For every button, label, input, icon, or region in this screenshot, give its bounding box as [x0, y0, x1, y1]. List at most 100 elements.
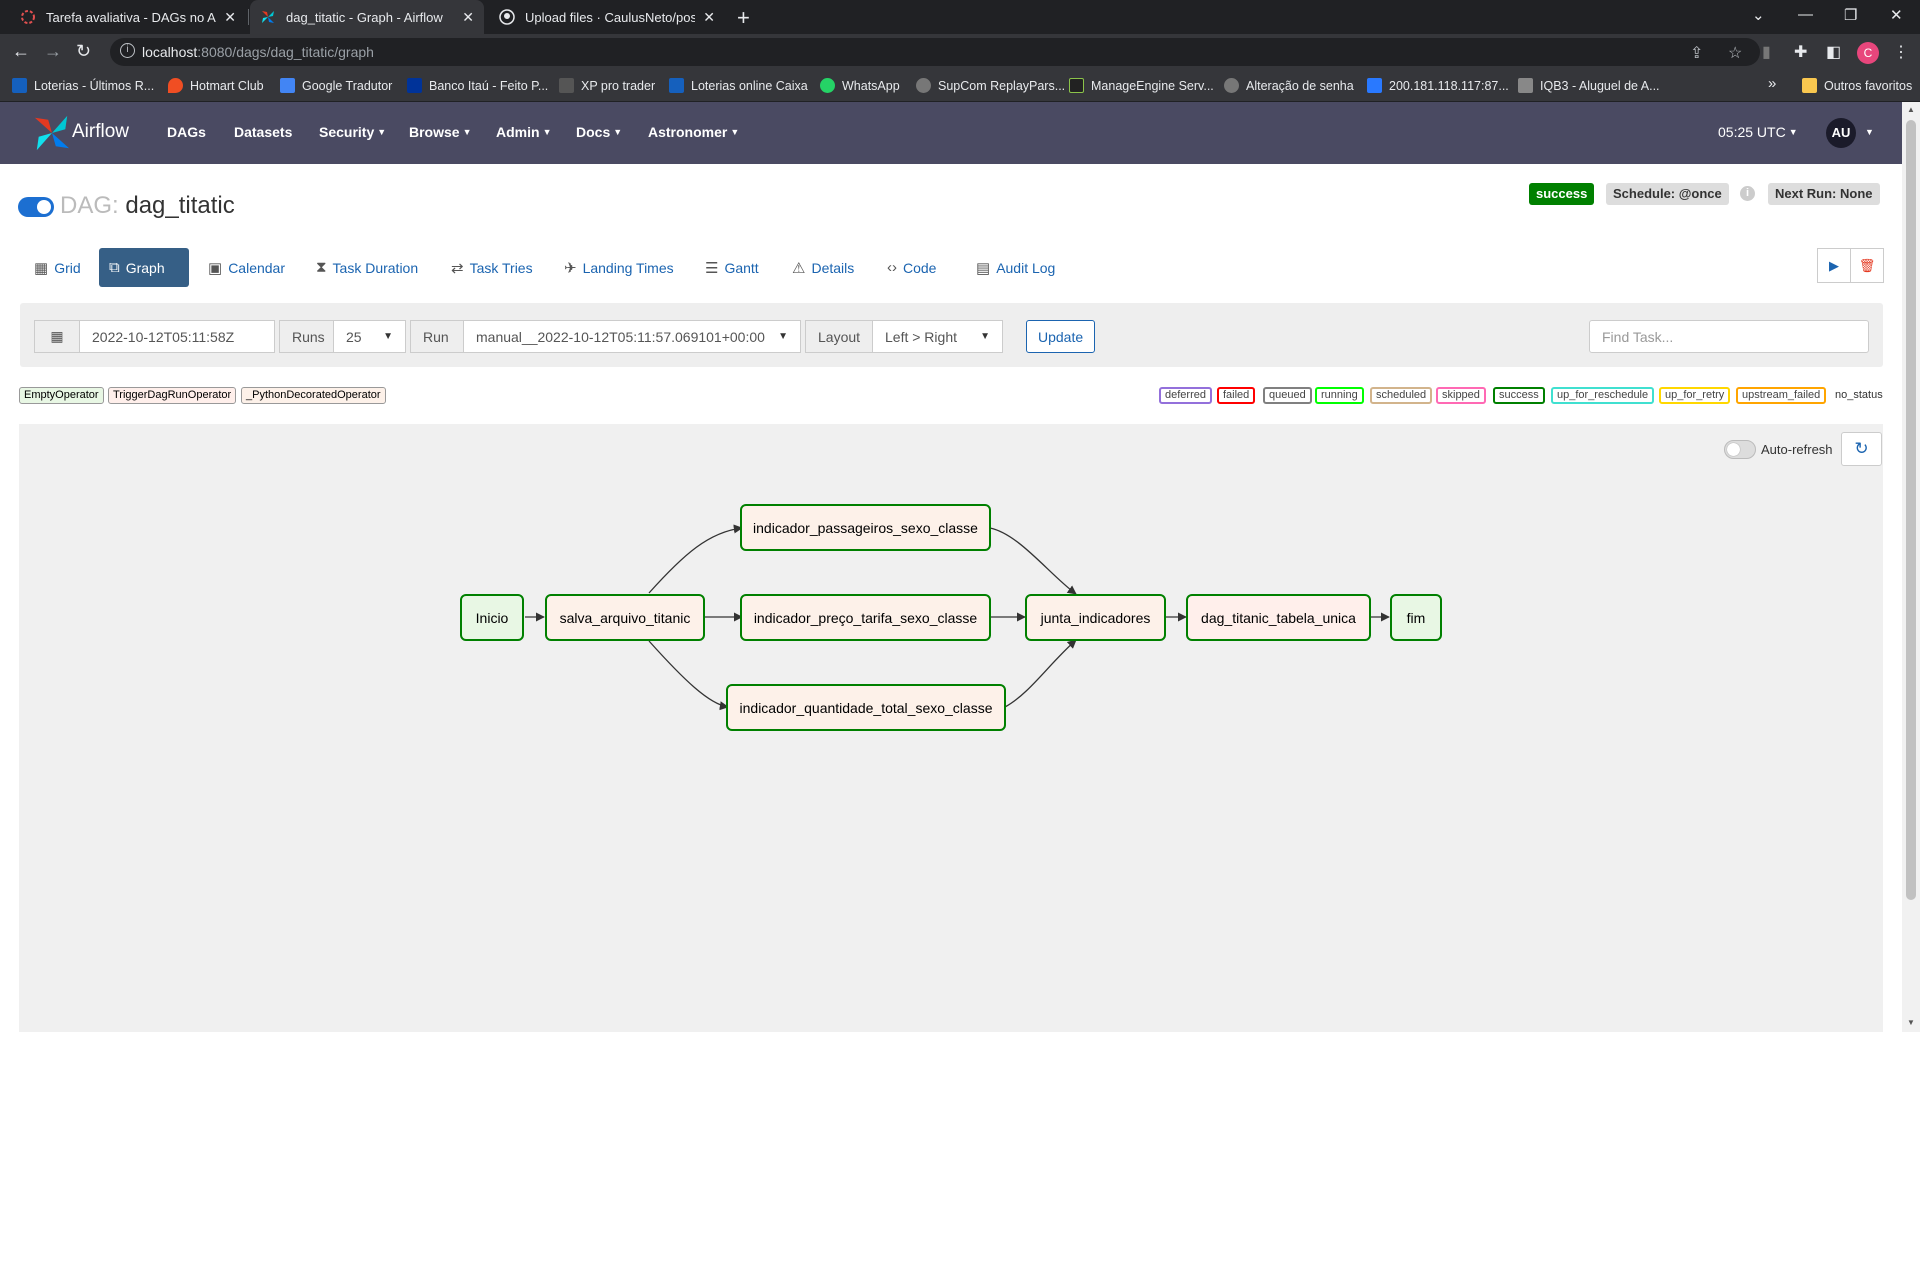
dag-pause-toggle[interactable] [18, 197, 54, 217]
close-icon[interactable]: ✕ [703, 9, 715, 26]
task-node-dag-titanic-tabela-unica[interactable]: dag_titanic_tabela_unica [1186, 594, 1371, 641]
site-info-icon[interactable]: i [120, 43, 135, 58]
close-icon[interactable]: ✕ [224, 9, 236, 26]
task-node-fim[interactable]: fim [1390, 594, 1442, 641]
tab-details[interactable]: ⚠ Details [782, 248, 864, 287]
timezone-menu[interactable]: 05:25 UTC ▼ [1718, 124, 1798, 140]
share-icon[interactable]: ⇪ [1690, 43, 1703, 63]
task-node-indicador-passageiros[interactable]: indicador_passageiros_sexo_classe [740, 504, 991, 551]
bookmark-item[interactable]: Alteração de senha [1224, 78, 1354, 93]
legend-up-for-reschedule[interactable]: up_for_reschedule [1551, 387, 1655, 404]
legend-queued[interactable]: queued [1263, 387, 1312, 404]
task-node-inicio[interactable]: Inicio [460, 594, 524, 641]
restore-icon[interactable]: ❐ [1844, 6, 1857, 24]
legend-running[interactable]: running [1315, 387, 1364, 404]
calendar-icon[interactable]: ▦ [34, 320, 80, 353]
scroll-up-icon[interactable]: ▲ [1907, 105, 1915, 114]
update-button[interactable]: Update [1026, 320, 1096, 353]
task-node-junta-indicadores[interactable]: junta_indicadores [1025, 594, 1166, 641]
legend-success[interactable]: success [1493, 387, 1545, 404]
bookmark-item[interactable]: Hotmart Club [168, 78, 264, 93]
reload-icon[interactable]: ↻ [76, 41, 91, 62]
nav-dags[interactable]: DAGs [167, 124, 206, 140]
legend-deferred[interactable]: deferred [1159, 387, 1212, 404]
dag-graph-canvas[interactable]: Auto-refresh ↻ Inicio salva_arquivo_tita… [19, 424, 1883, 1032]
bookmark-item[interactable]: IQB3 - Aluguel de A... [1518, 78, 1660, 93]
layout-select[interactable]: Left > Right ▼ [872, 320, 1003, 353]
page-scrollbar[interactable]: ▲ ▼ [1902, 102, 1920, 1032]
brand-name[interactable]: Airflow [72, 121, 129, 143]
user-avatar[interactable]: AU [1826, 118, 1856, 148]
legend-upstream-failed[interactable]: upstream_failed [1736, 387, 1827, 404]
window-close-icon[interactable]: ✕ [1890, 6, 1903, 24]
grid-icon: ▦ [34, 259, 49, 277]
browser-tab-2[interactable]: dag_titatic - Graph - Airflow ✕ [250, 0, 484, 34]
tab-grid[interactable]: ▦ Grid [24, 248, 91, 287]
browser-tab-1[interactable]: Tarefa avaliativa - DAGs no Airflo ✕ [10, 0, 246, 34]
nav-datasets[interactable]: Datasets [234, 124, 292, 140]
menu-icon[interactable]: ⋮ [1893, 42, 1909, 62]
nav-admin[interactable]: Admin ▼ [496, 124, 551, 140]
back-icon[interactable]: ← [12, 41, 30, 62]
legend-no-status[interactable]: no_status [1835, 389, 1883, 401]
bookmark-item[interactable]: WhatsApp [820, 78, 900, 93]
bookmark-favicon [1367, 78, 1382, 93]
airflow-logo[interactable] [33, 114, 71, 152]
trigger-dag-button[interactable]: ▶ [1817, 248, 1851, 283]
tab-task-tries[interactable]: ⇄ Task Tries [441, 248, 543, 287]
find-task-input[interactable]: Find Task... [1589, 320, 1869, 353]
tab-task-duration[interactable]: ⧗ Task Duration [306, 248, 428, 287]
forward-icon[interactable]: → [44, 41, 62, 62]
task-node-indicador-quantidade[interactable]: indicador_quantidade_total_sexo_classe [726, 684, 1006, 731]
status-badge: success [1529, 183, 1595, 205]
bookmark-item[interactable]: 200.181.118.117:87... [1367, 78, 1509, 93]
bookmark-item[interactable]: ManageEngine Serv... [1069, 78, 1214, 93]
run-select[interactable]: manual__2022-10-12T05:11:57.069101+00:00… [463, 320, 801, 353]
tab-search-icon[interactable]: ⌄ [1752, 6, 1765, 24]
info-icon[interactable]: i [1740, 186, 1755, 201]
globe-icon [1224, 78, 1239, 93]
nav-browse[interactable]: Browse ▼ [409, 124, 472, 140]
tab-calendar[interactable]: ▣ Calendar [198, 248, 295, 287]
user-menu-caret[interactable]: ▼ [1862, 124, 1874, 140]
tab-code[interactable]: ‹› Code [877, 248, 946, 287]
more-bookmarks-icon[interactable]: » [1768, 75, 1776, 92]
close-icon[interactable]: ✕ [462, 9, 474, 26]
bookmark-item[interactable]: XP pro trader [559, 78, 655, 93]
runs-select[interactable]: 25 ▼ [333, 320, 406, 353]
tab-audit-log[interactable]: ▤ Audit Log [966, 248, 1065, 287]
profile-avatar[interactable]: C [1857, 42, 1879, 64]
nav-astronomer[interactable]: Astronomer ▼ [648, 124, 739, 140]
new-tab-icon[interactable]: + [737, 5, 750, 31]
loading-icon [21, 10, 35, 24]
extension-icon[interactable]: ▮ [1762, 42, 1771, 62]
minimize-icon[interactable]: — [1798, 6, 1813, 23]
browser-tab-3[interactable]: Upload files · CaulusNeto/pos-Pr ✕ [489, 0, 725, 34]
puzzle-icon[interactable]: ✚ [1794, 42, 1807, 62]
url-bar[interactable]: i localhost:8080/dags/dag_titatic/graph … [110, 38, 1760, 66]
legend-up-for-retry[interactable]: up_for_retry [1659, 387, 1731, 404]
bookmark-item[interactable]: Loterias - Últimos R... [12, 78, 154, 93]
bookmark-item[interactable]: SupCom ReplayPars... [916, 78, 1065, 93]
task-node-indicador-preco[interactable]: indicador_preço_tarifa_sexo_classe [740, 594, 991, 641]
scroll-down-icon[interactable]: ▼ [1907, 1018, 1915, 1027]
tab-landing-times[interactable]: ✈ Landing Times [554, 248, 684, 287]
delete-dag-button[interactable]: 🗑 [1850, 248, 1884, 283]
bookmark-item[interactable]: Banco Itaú - Feito P... [407, 78, 548, 93]
star-icon[interactable]: ☆ [1728, 43, 1742, 63]
other-bookmarks[interactable]: Outros favoritos [1802, 78, 1912, 93]
tab-gantt[interactable]: ☰ Gantt [695, 248, 769, 287]
execution-date-input[interactable]: 2022-10-12T05:11:58Z [79, 320, 275, 353]
legend-scheduled[interactable]: scheduled [1370, 387, 1433, 404]
side-panel-icon[interactable]: ◧ [1826, 42, 1841, 62]
legend-failed[interactable]: failed [1217, 387, 1256, 404]
nav-docs[interactable]: Docs ▼ [576, 124, 622, 140]
nav-security[interactable]: Security ▼ [319, 124, 386, 140]
url-text[interactable]: localhost:8080/dags/dag_titatic/graph [142, 44, 374, 60]
bookmark-item[interactable]: Loterias online Caixa [669, 78, 808, 93]
bookmark-item[interactable]: Google Tradutor [280, 78, 392, 93]
scrollbar-thumb[interactable] [1906, 120, 1916, 900]
legend-skipped[interactable]: skipped [1436, 387, 1486, 404]
tab-graph[interactable]: ⧉ Graph [99, 248, 189, 287]
task-node-salva-arquivo-titanic[interactable]: salva_arquivo_titanic [545, 594, 705, 641]
